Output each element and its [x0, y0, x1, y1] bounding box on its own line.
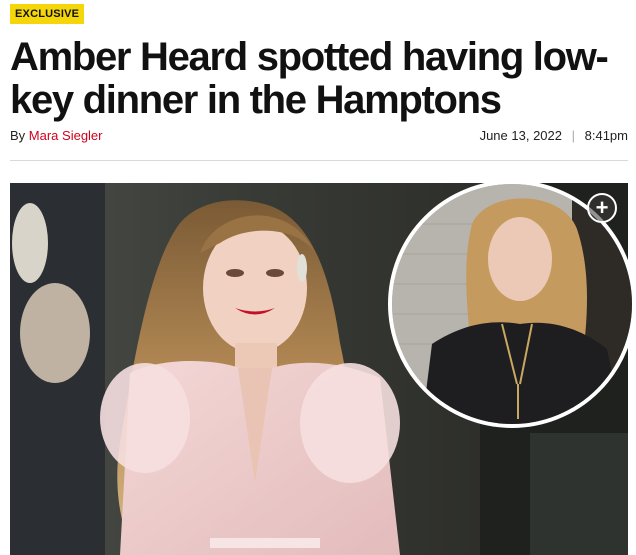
exclusive-badge: EXCLUSIVE [10, 4, 85, 24]
article-headline: Amber Heard spotted having low-key dinne… [10, 35, 609, 122]
dateline: June 13, 2022 | 8:41pm [480, 128, 628, 143]
date-separator: | [571, 128, 575, 143]
byline: By Mara Siegler [10, 128, 103, 143]
plus-circle-icon[interactable]: + [587, 193, 617, 223]
header-divider [10, 160, 628, 161]
publish-time: 8:41pm [584, 128, 628, 143]
author-link[interactable]: Mara Siegler [29, 128, 103, 143]
byline-prefix: By [10, 128, 26, 143]
publish-date: June 13, 2022 [479, 128, 562, 143]
